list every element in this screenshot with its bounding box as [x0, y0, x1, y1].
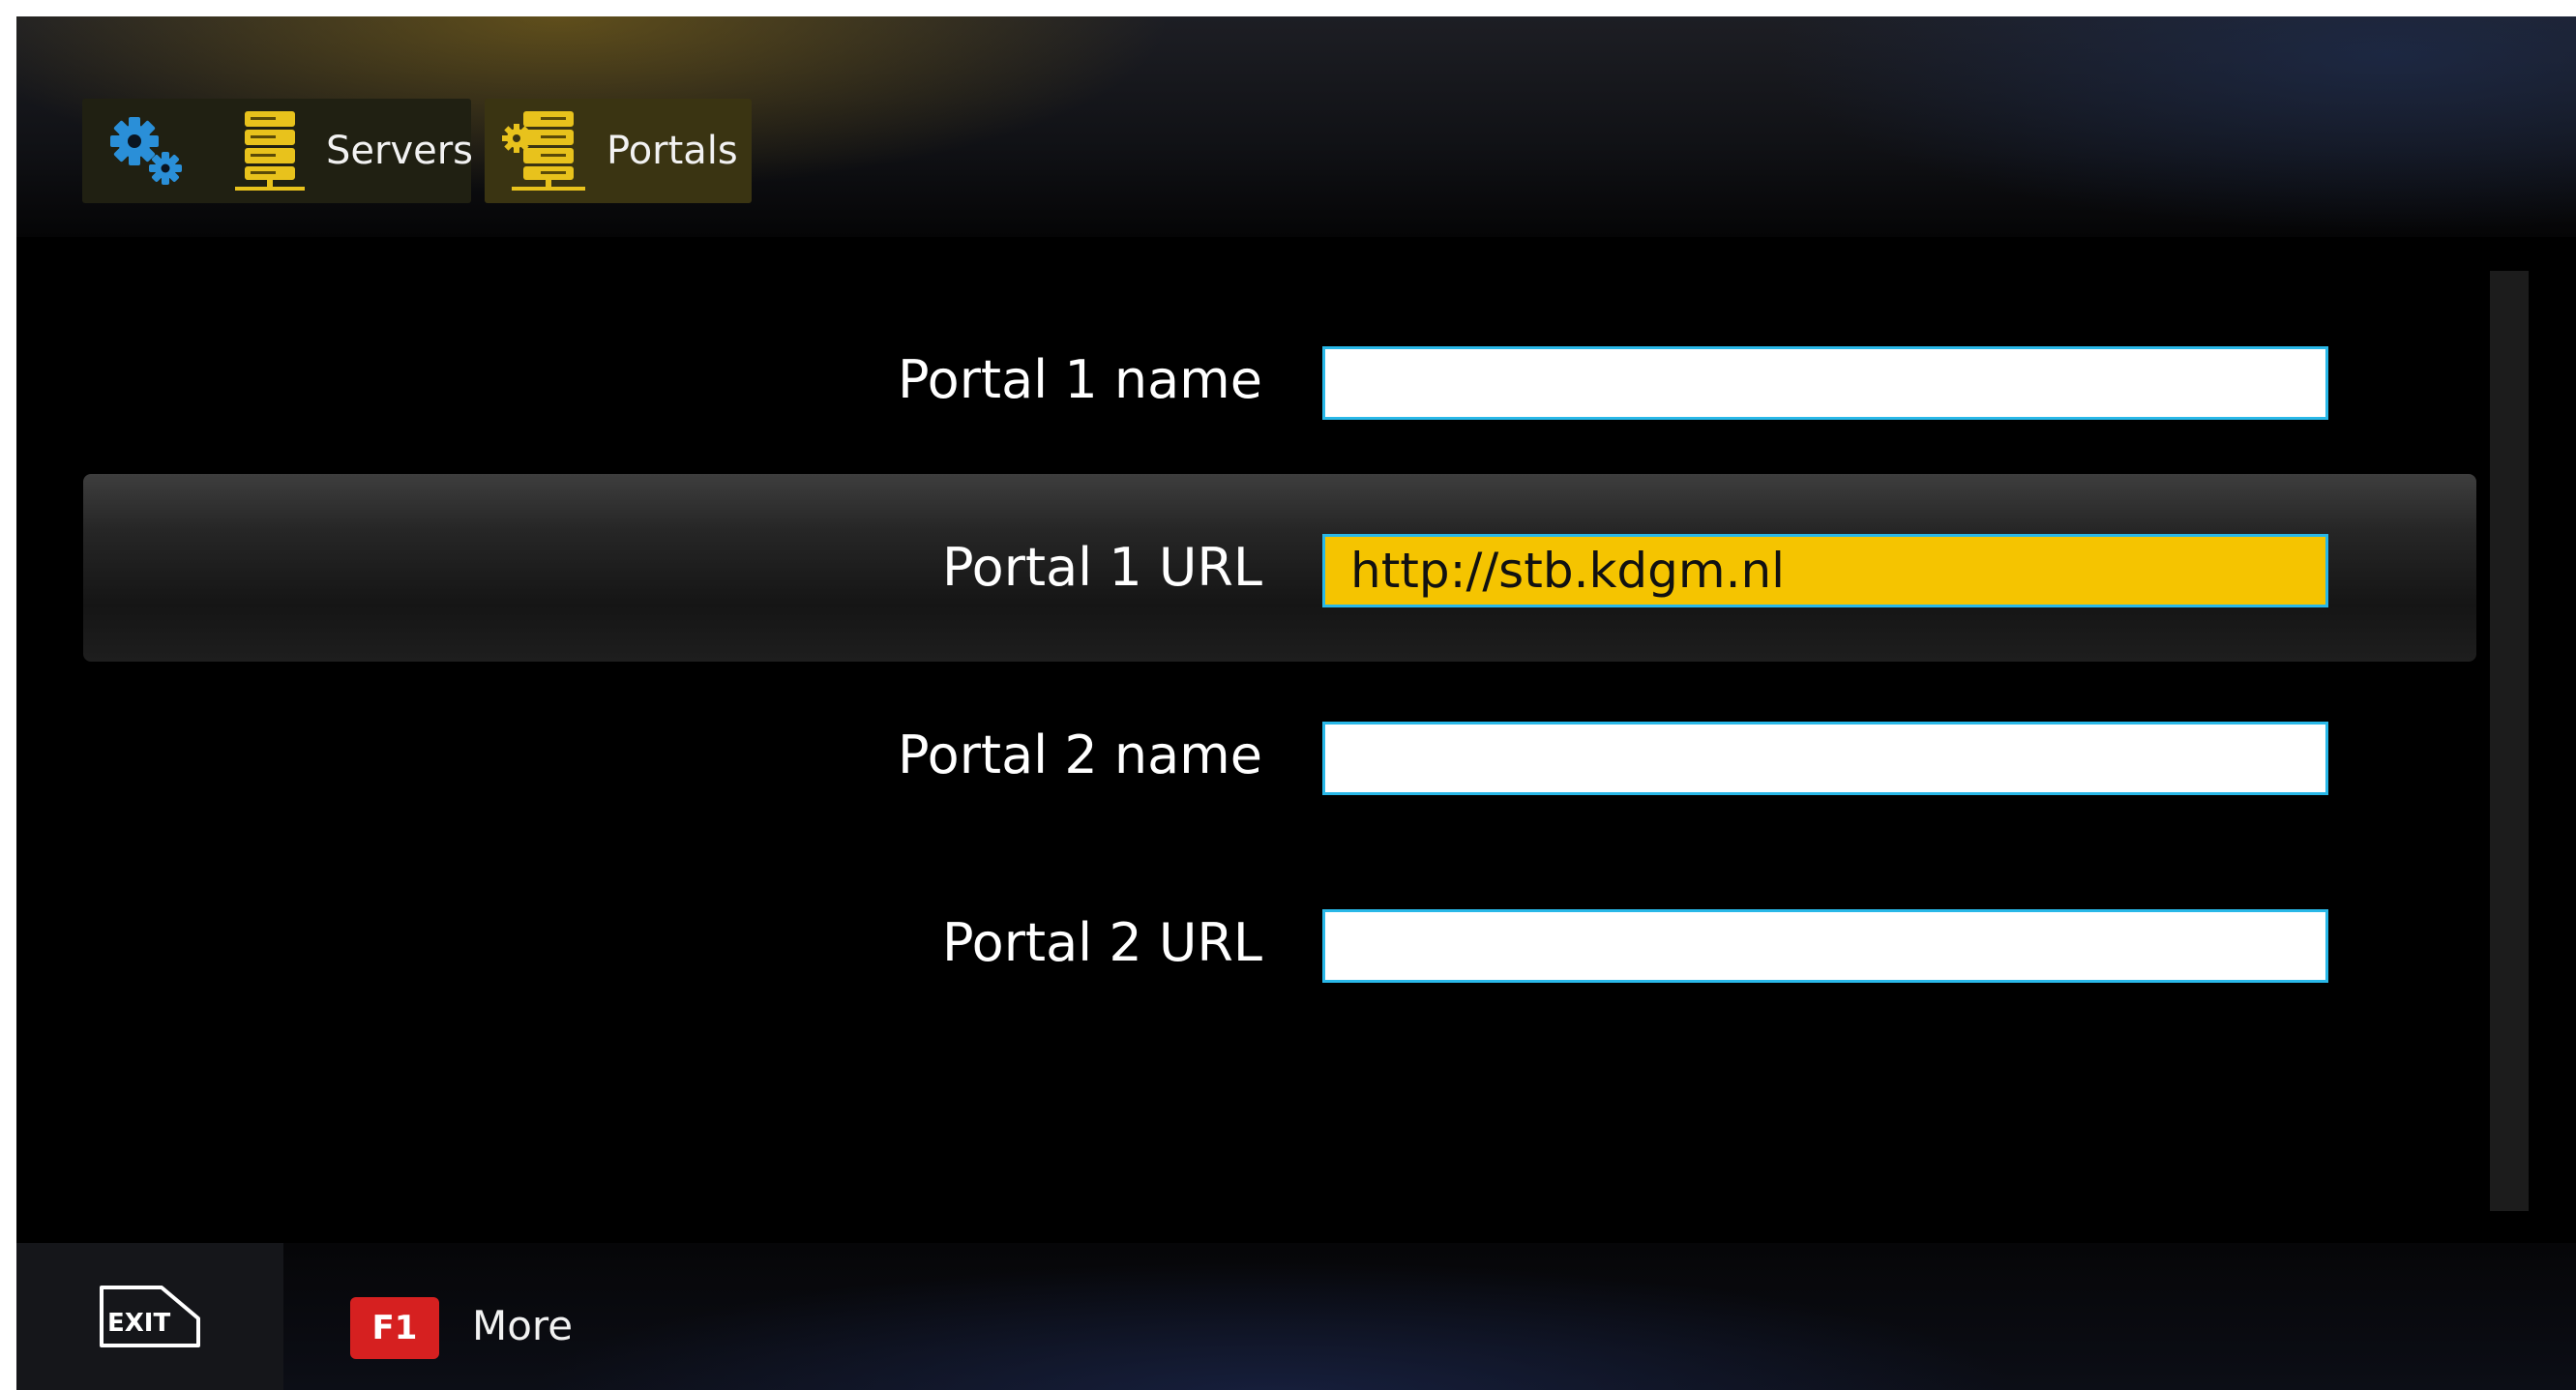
portal-1-name-row[interactable]: Portal 1 name: [83, 286, 2476, 474]
portal-1-url-row[interactable]: Portal 1 URL: [83, 474, 2476, 662]
scrollbar[interactable]: [2490, 271, 2529, 1211]
portal-1-url-input[interactable]: [1322, 534, 2328, 607]
exit-icon: EXIT: [100, 1286, 200, 1347]
portal-2-name-input[interactable]: [1322, 722, 2328, 795]
svg-text:EXIT: EXIT: [107, 1309, 170, 1338]
portal-1-name-label: Portal 1 name: [898, 349, 1262, 410]
portal-1-url-label: Portal 1 URL: [942, 537, 1262, 598]
portal-2-url-input[interactable]: [1322, 909, 2328, 983]
exit-button[interactable]: EXIT: [16, 1243, 283, 1390]
portal-settings-form: Portal 1 name Portal 1 URL Portal 2 name…: [16, 16, 2576, 1390]
portal-1-name-input[interactable]: [1322, 346, 2328, 420]
stb-screen: Servers Portals Portal 1 name Portal 1 U…: [16, 16, 2576, 1390]
portal-2-url-row[interactable]: Portal 2 URL: [83, 849, 2476, 1037]
portal-2-url-label: Portal 2 URL: [942, 912, 1262, 973]
footer-bar: EXIT F1 More: [16, 1243, 2576, 1390]
more-label: More: [472, 1302, 574, 1349]
f1-key-badge[interactable]: F1: [350, 1297, 439, 1359]
portal-2-name-row[interactable]: Portal 2 name: [83, 662, 2476, 849]
portal-2-name-label: Portal 2 name: [898, 725, 1262, 785]
